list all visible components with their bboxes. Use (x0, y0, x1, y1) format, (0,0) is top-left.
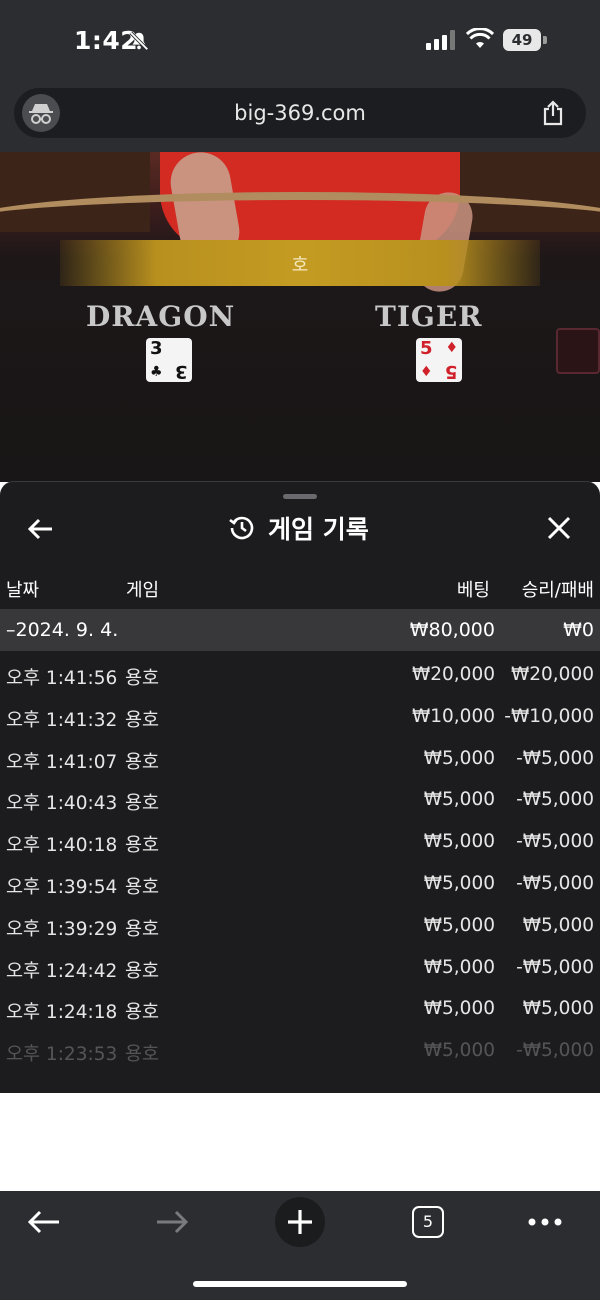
row-bet: ₩5,000 (423, 747, 495, 769)
table-row[interactable]: 오후 1:41:07 용호 ₩5,000 -₩5,000 (0, 738, 600, 780)
sheet-header: 게임 기록 (228, 510, 369, 546)
address-bar[interactable]: big-369.com (14, 88, 586, 138)
col-date: 날짜 (6, 580, 40, 601)
status-bar: 1:42 49 (0, 0, 600, 80)
group-result-total: ₩0 (563, 619, 594, 641)
row-bet: ₩5,000 (423, 956, 495, 978)
row-bet: ₩5,000 (423, 1040, 495, 1062)
table-row[interactable]: 오후 1:23:53 용호 ₩5,000 -₩5,000 (0, 1030, 600, 1072)
row-time: 오후 1:24:42 (6, 960, 118, 982)
table-row[interactable]: 오후 1:39:54 용호 ₩5,000 -₩5,000 (0, 863, 600, 905)
row-time: 오후 1:40:18 (6, 835, 118, 857)
battery-indicator: 49 (503, 29, 547, 51)
table-row[interactable]: 오후 1:39:29 용호 ₩5,000 ₩5,000 (0, 905, 600, 947)
sheet-grabber[interactable] (283, 494, 317, 499)
browser-url-area: big-369.com (0, 80, 600, 152)
game-history-sheet: 게임 기록 날짜 게임 베팅 승리/패배 –2024. 9. 4. ₩80,00… (0, 481, 600, 1093)
bell-slash-icon (129, 31, 149, 51)
group-bet-total: ₩80,000 (409, 619, 495, 641)
row-bet: ₩5,000 (423, 789, 495, 811)
row-result: -₩5,000 (516, 1040, 594, 1062)
row-bet: ₩5,000 (423, 831, 495, 853)
row-result: -₩10,000 (504, 705, 594, 727)
row-game: 용호 (125, 960, 160, 982)
row-result: -₩5,000 (516, 872, 594, 894)
tiger-label: TIGER (375, 300, 483, 333)
live-game-video[interactable]: 호 DRAGON TIGER 3 ♣ 3 5 ♦ ♦ 5 (0, 152, 600, 482)
table-row[interactable]: 오후 1:41:32 용호 ₩10,000 -₩10,000 (0, 696, 600, 738)
row-bet: ₩5,000 (423, 998, 495, 1020)
row-result: -₩5,000 (516, 789, 594, 811)
more-icon[interactable] (527, 1217, 563, 1227)
row-game: 용호 (125, 835, 160, 857)
row-bet: ₩5,000 (423, 872, 495, 894)
new-tab-button[interactable] (275, 1197, 325, 1247)
row-game: 용호 (125, 1002, 160, 1024)
row-bet: ₩20,000 (411, 664, 495, 685)
row-bet: ₩5,000 (423, 914, 495, 936)
sheet-title: 게임 기록 (268, 515, 369, 544)
battery-percent: 49 (511, 31, 533, 49)
close-icon[interactable] (545, 514, 573, 542)
share-icon[interactable] (540, 100, 566, 126)
arrow-left-icon[interactable] (26, 1207, 62, 1237)
url-text[interactable]: big-369.com (14, 101, 586, 125)
row-result: ₩20,000 (510, 664, 594, 685)
arrow-right-icon[interactable] (154, 1207, 190, 1237)
row-time: 오후 1:24:18 (6, 1002, 118, 1024)
row-game: 용호 (125, 918, 160, 940)
table-row[interactable]: 오후 1:24:18 용호 ₩5,000 ₩5,000 (0, 988, 600, 1030)
col-game: 게임 (126, 580, 160, 601)
table-header: 날짜 게임 베팅 승리/패배 (0, 572, 600, 602)
row-result: -₩5,000 (516, 747, 594, 769)
row-result: ₩5,000 (522, 998, 594, 1020)
col-result: 승리/패배 (521, 580, 594, 601)
arrow-left-icon[interactable] (26, 514, 56, 544)
row-game: 용호 (125, 793, 160, 815)
row-game: 용호 (125, 876, 160, 898)
table-row[interactable]: 오후 1:41:56 용호 ₩20,000 ₩20,000 (0, 654, 600, 696)
date-group-row[interactable]: –2024. 9. 4. ₩80,000 ₩0 (0, 609, 600, 651)
home-indicator[interactable] (193, 1281, 407, 1287)
wifi-icon (466, 28, 494, 48)
card-shoe (556, 328, 600, 374)
dragon-card: 3 ♣ 3 (146, 338, 192, 382)
row-game: 용호 (125, 751, 160, 773)
row-time: 오후 1:23:53 (6, 1044, 118, 1066)
table-row[interactable]: 오후 1:40:18 용호 ₩5,000 -₩5,000 (0, 821, 600, 863)
group-date: –2024. 9. 4. (6, 619, 119, 641)
row-time: 오후 1:39:29 (6, 918, 118, 940)
row-time: 오후 1:41:56 (6, 668, 118, 689)
row-bet: ₩10,000 (411, 705, 495, 727)
row-time: 오후 1:41:32 (6, 709, 118, 731)
row-game: 용호 (125, 1044, 160, 1066)
table-row[interactable]: 오후 1:40:43 용호 ₩5,000 -₩5,000 (0, 779, 600, 821)
signal-icon (426, 30, 455, 50)
row-time: 오후 1:41:07 (6, 751, 118, 773)
history-list: 오후 1:41:56 용호 ₩20,000 ₩20,000 오후 1:41:32… (0, 654, 600, 1072)
dragon-label: DRAGON (86, 300, 236, 333)
tab-switcher-button[interactable]: 5 (412, 1206, 444, 1238)
result-banner: 호 (60, 240, 540, 286)
row-game: 용호 (125, 668, 160, 689)
plus-icon (288, 1210, 312, 1234)
row-game: 용호 (125, 709, 160, 731)
tiger-card: 5 ♦ ♦ 5 (416, 338, 462, 382)
table-row[interactable]: 오후 1:24:42 용호 ₩5,000 -₩5,000 (0, 947, 600, 989)
row-result: -₩5,000 (516, 956, 594, 978)
row-result: ₩5,000 (522, 914, 594, 936)
row-result: -₩5,000 (516, 831, 594, 853)
col-bet: 베팅 (456, 580, 490, 601)
result-label: 호 (291, 255, 309, 276)
row-time: 오후 1:40:43 (6, 793, 118, 815)
history-icon (229, 516, 254, 540)
page-blank-area (0, 1093, 600, 1191)
row-time: 오후 1:39:54 (6, 876, 118, 898)
